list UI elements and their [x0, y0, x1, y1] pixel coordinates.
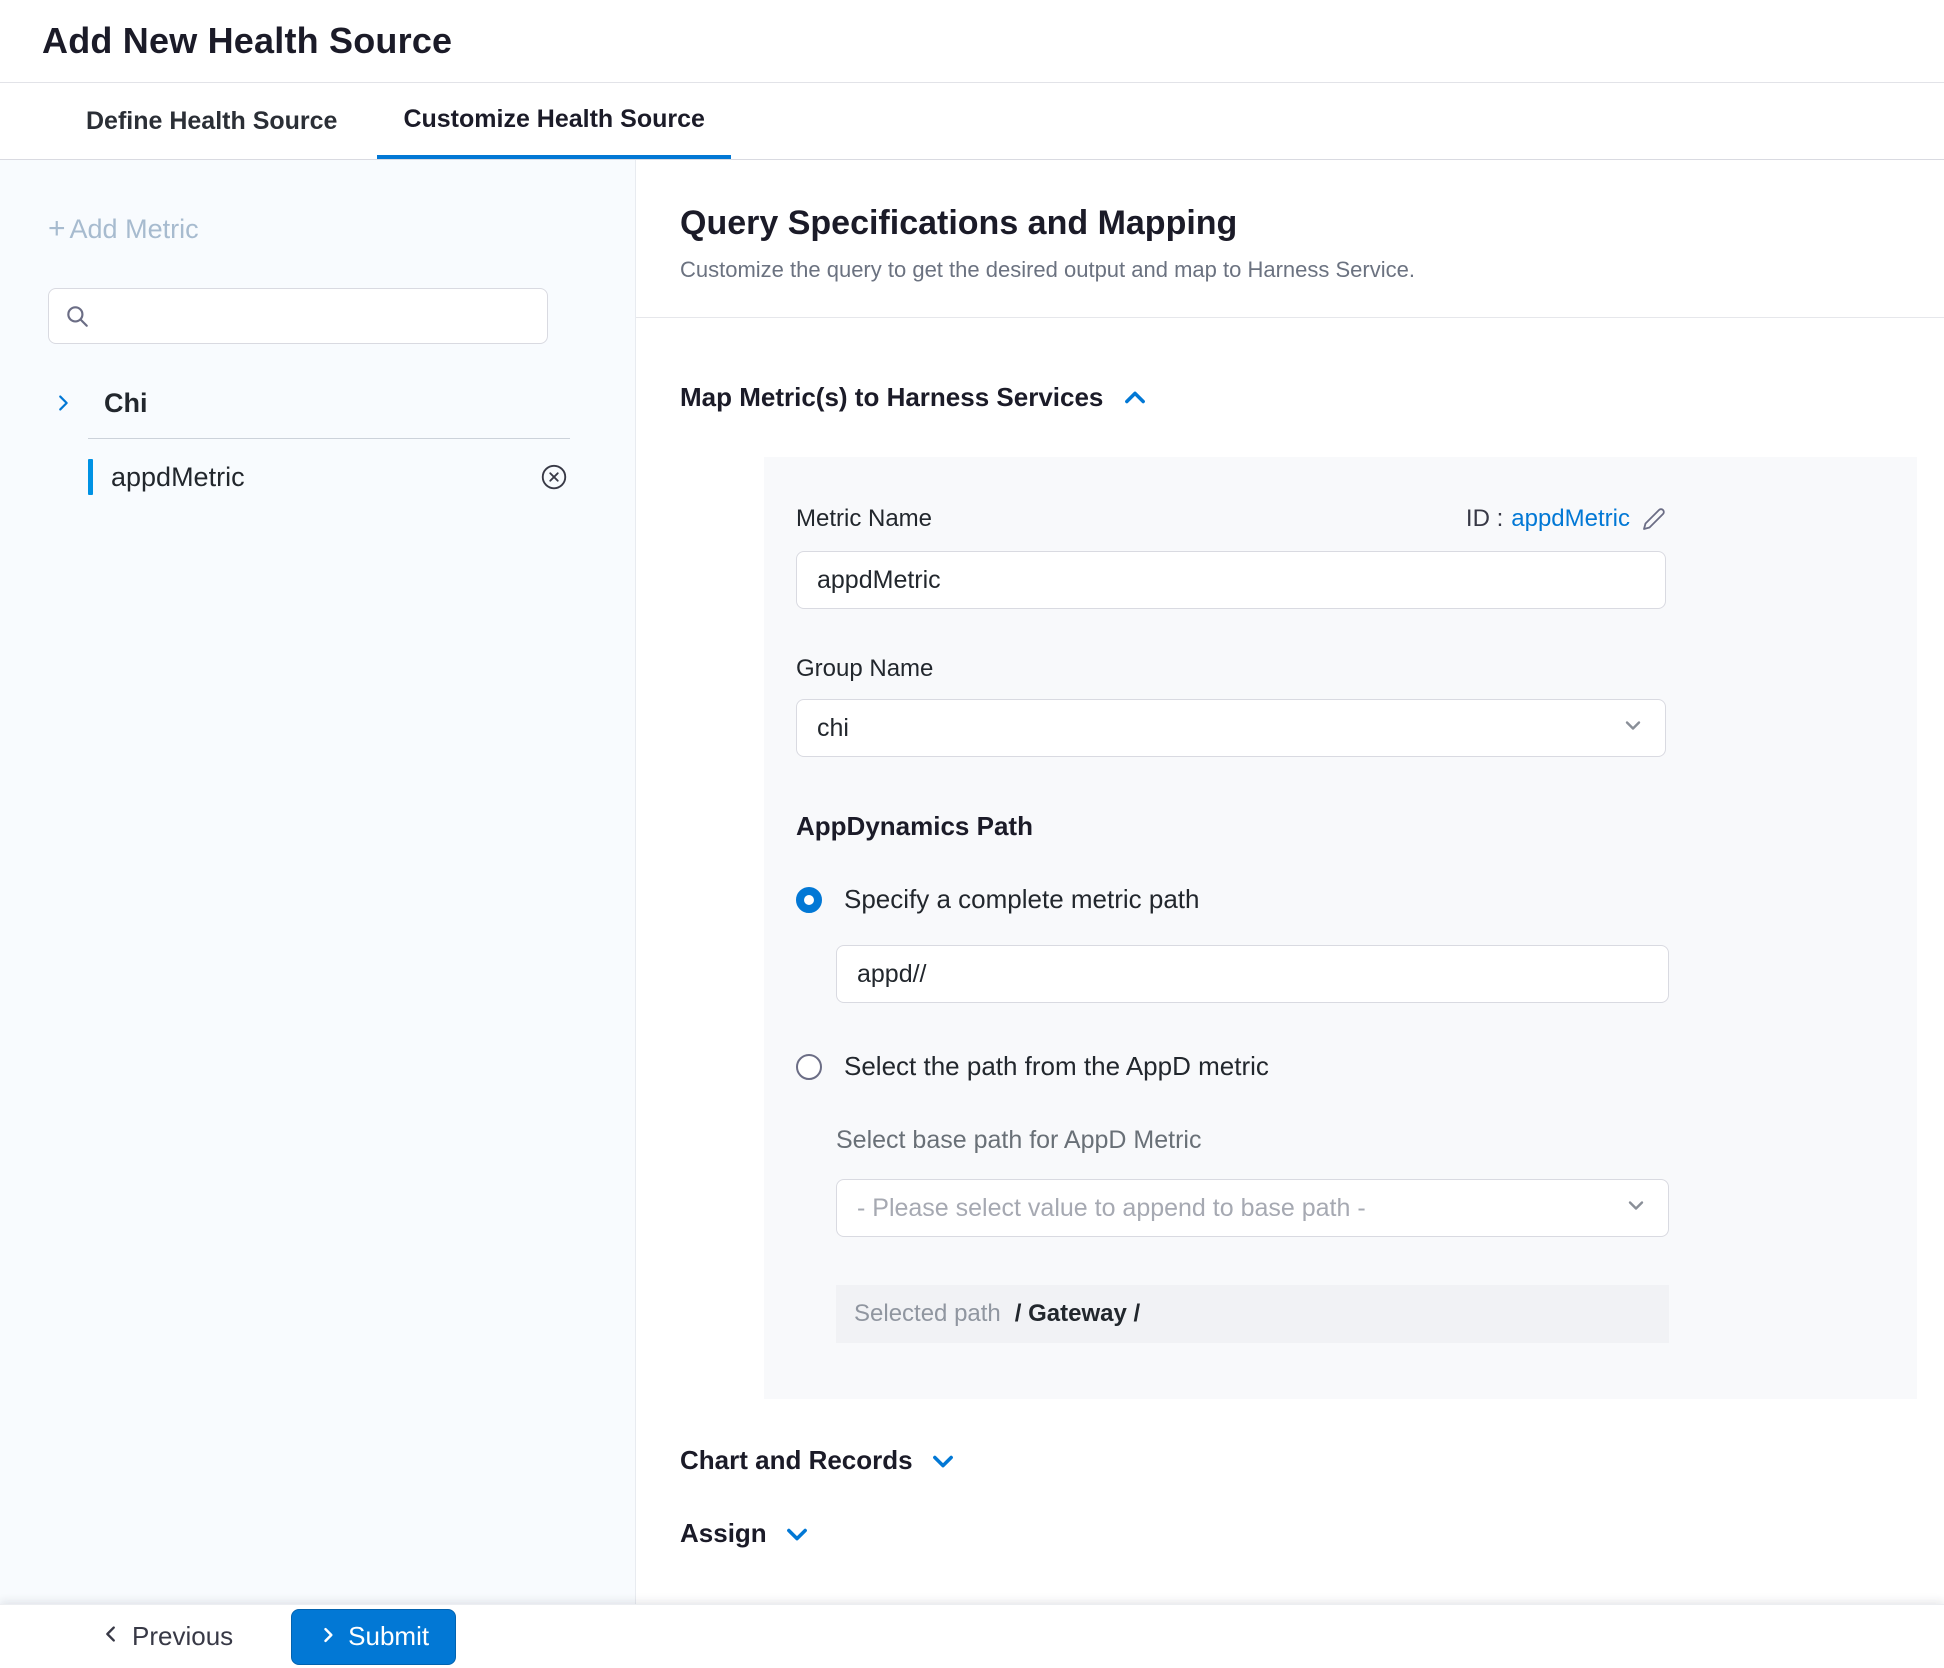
metrics-sidebar: + Add Metric [0, 160, 636, 1604]
selected-path-box: Selected path / Gateway / [836, 1285, 1669, 1343]
main-content: Query Specifications and Mapping Customi… [636, 160, 1944, 1604]
metric-group-row[interactable]: Chi [48, 378, 635, 428]
chevron-down-icon[interactable] [929, 1447, 957, 1475]
radio-complete-path-label: Specify a complete metric path [844, 884, 1200, 915]
radio-select-path-label: Select the path from the AppD metric [844, 1051, 1269, 1082]
section-page-title: Query Specifications and Mapping [680, 204, 1944, 243]
chart-and-records-section[interactable]: Chart and Records [680, 1445, 1944, 1476]
previous-button-label: Previous [132, 1621, 233, 1652]
map-metrics-section-title: Map Metric(s) to Harness Services [680, 382, 1103, 413]
add-metric-button[interactable]: + Add Metric [48, 212, 635, 246]
tree-divider [88, 438, 570, 439]
search-input[interactable] [48, 288, 548, 344]
radio-select-appd-path[interactable]: Select the path from the AppD metric [796, 1051, 1917, 1082]
metric-id: ID : appdMetric [1466, 505, 1666, 533]
metric-list-item[interactable]: appdMetric [48, 455, 635, 499]
metric-name-label: Metric Name [796, 505, 932, 533]
selected-path-value: / Gateway / [1015, 1300, 1140, 1328]
edit-pencil-icon[interactable] [1642, 507, 1666, 531]
submit-button[interactable]: Submit [291, 1609, 456, 1665]
group-name-select[interactable]: chi [796, 699, 1666, 757]
id-label: ID : [1466, 505, 1503, 533]
tab-define-health-source[interactable]: Define Health Source [60, 83, 363, 159]
add-health-source-page: Add New Health Source Define Health Sour… [0, 0, 1944, 1668]
base-path-select[interactable]: - Please select value to append to base … [836, 1179, 1669, 1237]
assign-section[interactable]: Assign [680, 1518, 1944, 1549]
selected-indicator-bar [88, 459, 93, 495]
chevron-right-icon[interactable] [52, 392, 74, 414]
page-title: Add New Health Source [42, 20, 452, 62]
base-path-placeholder: - Please select value to append to base … [857, 1194, 1366, 1223]
metric-name-input[interactable] [796, 551, 1666, 609]
metric-tree: Chi appdMetric [48, 378, 635, 499]
chevron-down-icon[interactable] [783, 1520, 811, 1548]
selected-path-label: Selected path [854, 1300, 1001, 1328]
metric-group-label: Chi [104, 388, 148, 419]
plus-icon: + [48, 212, 66, 246]
chevron-up-icon[interactable] [1121, 384, 1149, 412]
tab-bar: Define Health Source Customize Health So… [0, 83, 1944, 160]
search-icon [64, 303, 90, 334]
metric-item-label: appdMetric [111, 462, 245, 493]
chevron-down-icon [1624, 1193, 1648, 1224]
metric-mapping-panel: Metric Name ID : appdMetric Gr [764, 457, 1917, 1399]
page-header: Add New Health Source [0, 0, 1944, 83]
assign-title: Assign [680, 1518, 767, 1549]
base-path-label: Select base path for AppD Metric [836, 1126, 1917, 1155]
map-metrics-section-header[interactable]: Map Metric(s) to Harness Services [680, 382, 1944, 413]
previous-button[interactable]: Previous [100, 1621, 233, 1652]
chart-and-records-title: Chart and Records [680, 1445, 913, 1476]
content-divider [636, 317, 1944, 318]
footer-bar: Previous Submit [0, 1604, 1944, 1668]
id-value[interactable]: appdMetric [1511, 505, 1630, 533]
chevron-right-icon [318, 1621, 338, 1652]
chevron-left-icon [100, 1621, 122, 1652]
chevron-down-icon [1621, 713, 1645, 744]
page-body: + Add Metric [0, 160, 1944, 1604]
group-name-value: chi [817, 714, 849, 743]
remove-metric-icon[interactable] [539, 462, 569, 492]
tab-customize-health-source[interactable]: Customize Health Source [377, 83, 730, 159]
submit-button-label: Submit [348, 1621, 429, 1652]
metric-search [48, 288, 548, 344]
group-name-label: Group Name [796, 655, 1917, 683]
appdynamics-path-title: AppDynamics Path [796, 811, 1917, 842]
radio-complete-metric-path[interactable]: Specify a complete metric path [796, 884, 1917, 915]
complete-metric-path-input[interactable] [836, 945, 1669, 1003]
section-page-subtitle: Customize the query to get the desired o… [680, 257, 1944, 283]
add-metric-label: Add Metric [70, 214, 199, 245]
radio-unselected-icon[interactable] [796, 1054, 822, 1080]
radio-selected-icon[interactable] [796, 887, 822, 913]
